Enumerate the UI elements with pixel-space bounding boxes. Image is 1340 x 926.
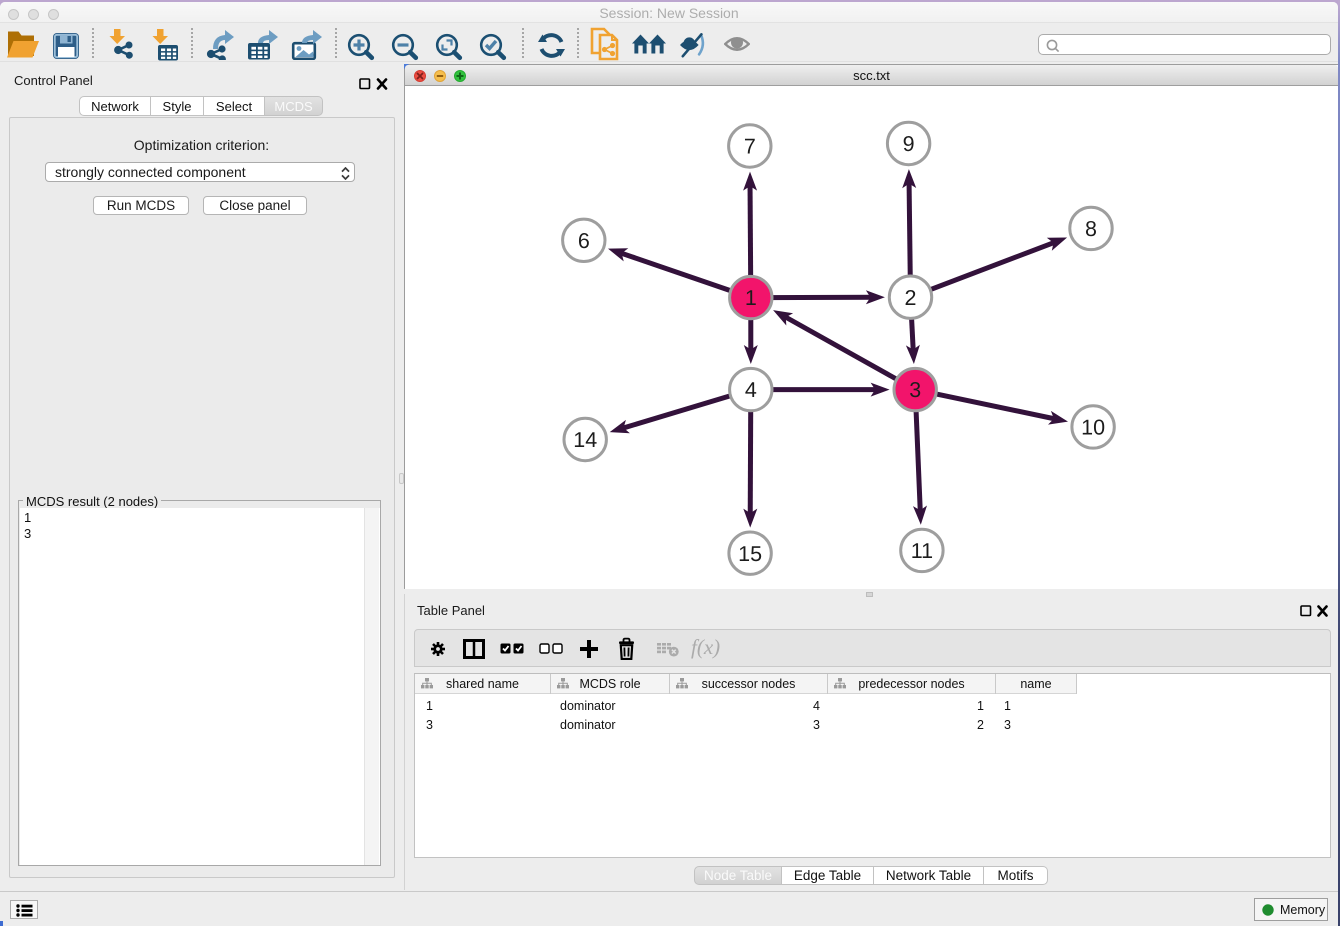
svg-text:8: 8 — [1085, 217, 1097, 241]
svg-text:2: 2 — [905, 286, 917, 310]
svg-text:9: 9 — [903, 132, 915, 156]
svg-text:10: 10 — [1081, 416, 1105, 440]
svg-text:4: 4 — [745, 378, 757, 402]
svg-text:7: 7 — [744, 135, 756, 159]
svg-text:3: 3 — [909, 378, 921, 402]
svg-text:11: 11 — [911, 539, 933, 563]
svg-text:14: 14 — [573, 428, 597, 452]
svg-text:15: 15 — [738, 542, 762, 566]
svg-text:6: 6 — [578, 229, 590, 253]
svg-text:1: 1 — [745, 286, 757, 310]
